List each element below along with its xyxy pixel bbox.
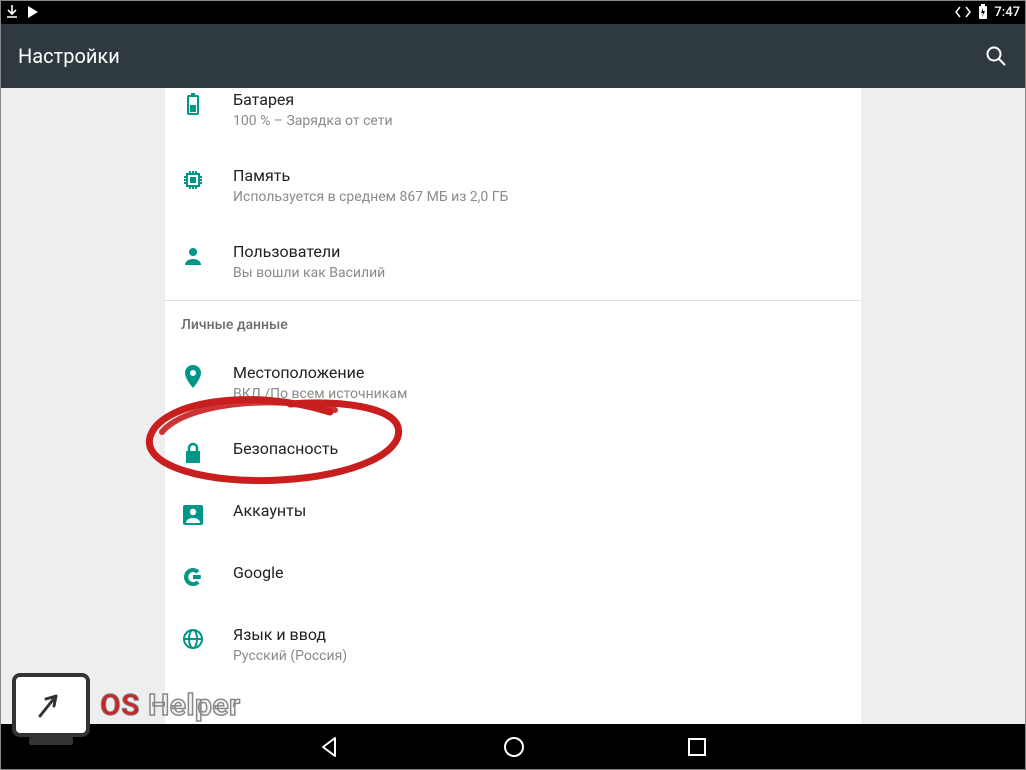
play-store-icon	[26, 5, 40, 19]
item-title: Местоположение	[233, 363, 407, 383]
section-header-personal: Личные данные	[165, 300, 861, 345]
settings-panel: Батарея 100 % – Зарядка от сети Память И…	[165, 88, 861, 724]
settings-item-language[interactable]: Язык и ввод Русский (Россия)	[165, 607, 861, 683]
battery-charging-icon	[978, 4, 988, 20]
content-area: Батарея 100 % – Зарядка от сети Память И…	[0, 88, 1026, 724]
watermark-helper: Helper	[148, 688, 240, 723]
settings-item-accounts[interactable]: Аккаунты	[165, 483, 861, 545]
item-subtitle: 100 % – Зарядка от сети	[233, 112, 393, 130]
google-icon	[181, 565, 205, 589]
memory-icon	[181, 168, 205, 192]
recents-button[interactable]	[686, 736, 708, 758]
settings-item-battery[interactable]: Батарея 100 % – Зарядка от сети	[165, 88, 861, 148]
back-button[interactable]	[318, 735, 342, 759]
item-subtitle: Вы вошли как Василий	[233, 264, 385, 282]
page-title: Настройки	[18, 44, 120, 68]
watermark-text: OS Helper	[100, 688, 241, 723]
item-title: Память	[233, 166, 508, 186]
settings-item-memory[interactable]: Память Используется в среднем 867 МБ из …	[165, 148, 861, 224]
watermark-cursor-box	[12, 673, 90, 737]
settings-item-users[interactable]: Пользователи Вы вошли как Василий	[165, 224, 861, 300]
settings-item-security[interactable]: Безопасность	[165, 421, 861, 483]
item-title: Батарея	[233, 90, 393, 110]
user-icon	[181, 244, 205, 268]
battery-icon	[181, 92, 205, 116]
item-subtitle: Используется в среднем 867 МБ из 2,0 ГБ	[233, 188, 508, 206]
item-subtitle: ВКЛ./По всем источникам	[233, 385, 407, 403]
status-left	[6, 5, 40, 19]
item-title: Безопасность	[233, 439, 338, 459]
dev-icon	[954, 6, 972, 18]
account-icon	[181, 503, 205, 527]
settings-item-google[interactable]: Google	[165, 545, 861, 607]
home-button[interactable]	[502, 735, 526, 759]
watermark-os: OS	[100, 688, 140, 723]
watermark: OS Helper	[12, 673, 241, 737]
lock-icon	[181, 441, 205, 465]
item-title: Язык и ввод	[233, 625, 347, 645]
item-title: Google	[233, 563, 284, 583]
download-icon	[6, 5, 18, 19]
location-icon	[181, 365, 205, 389]
globe-icon	[181, 627, 205, 651]
item-subtitle: Русский (Россия)	[233, 647, 347, 665]
app-bar: Настройки	[0, 24, 1026, 88]
item-title: Аккаунты	[233, 501, 306, 521]
status-time: 7:47	[994, 5, 1020, 20]
status-bar: 7:47	[0, 0, 1026, 24]
settings-item-location[interactable]: Местоположение ВКЛ./По всем источникам	[165, 345, 861, 421]
status-right: 7:47	[954, 4, 1020, 20]
item-title: Пользователи	[233, 242, 385, 262]
search-icon[interactable]	[984, 44, 1008, 68]
